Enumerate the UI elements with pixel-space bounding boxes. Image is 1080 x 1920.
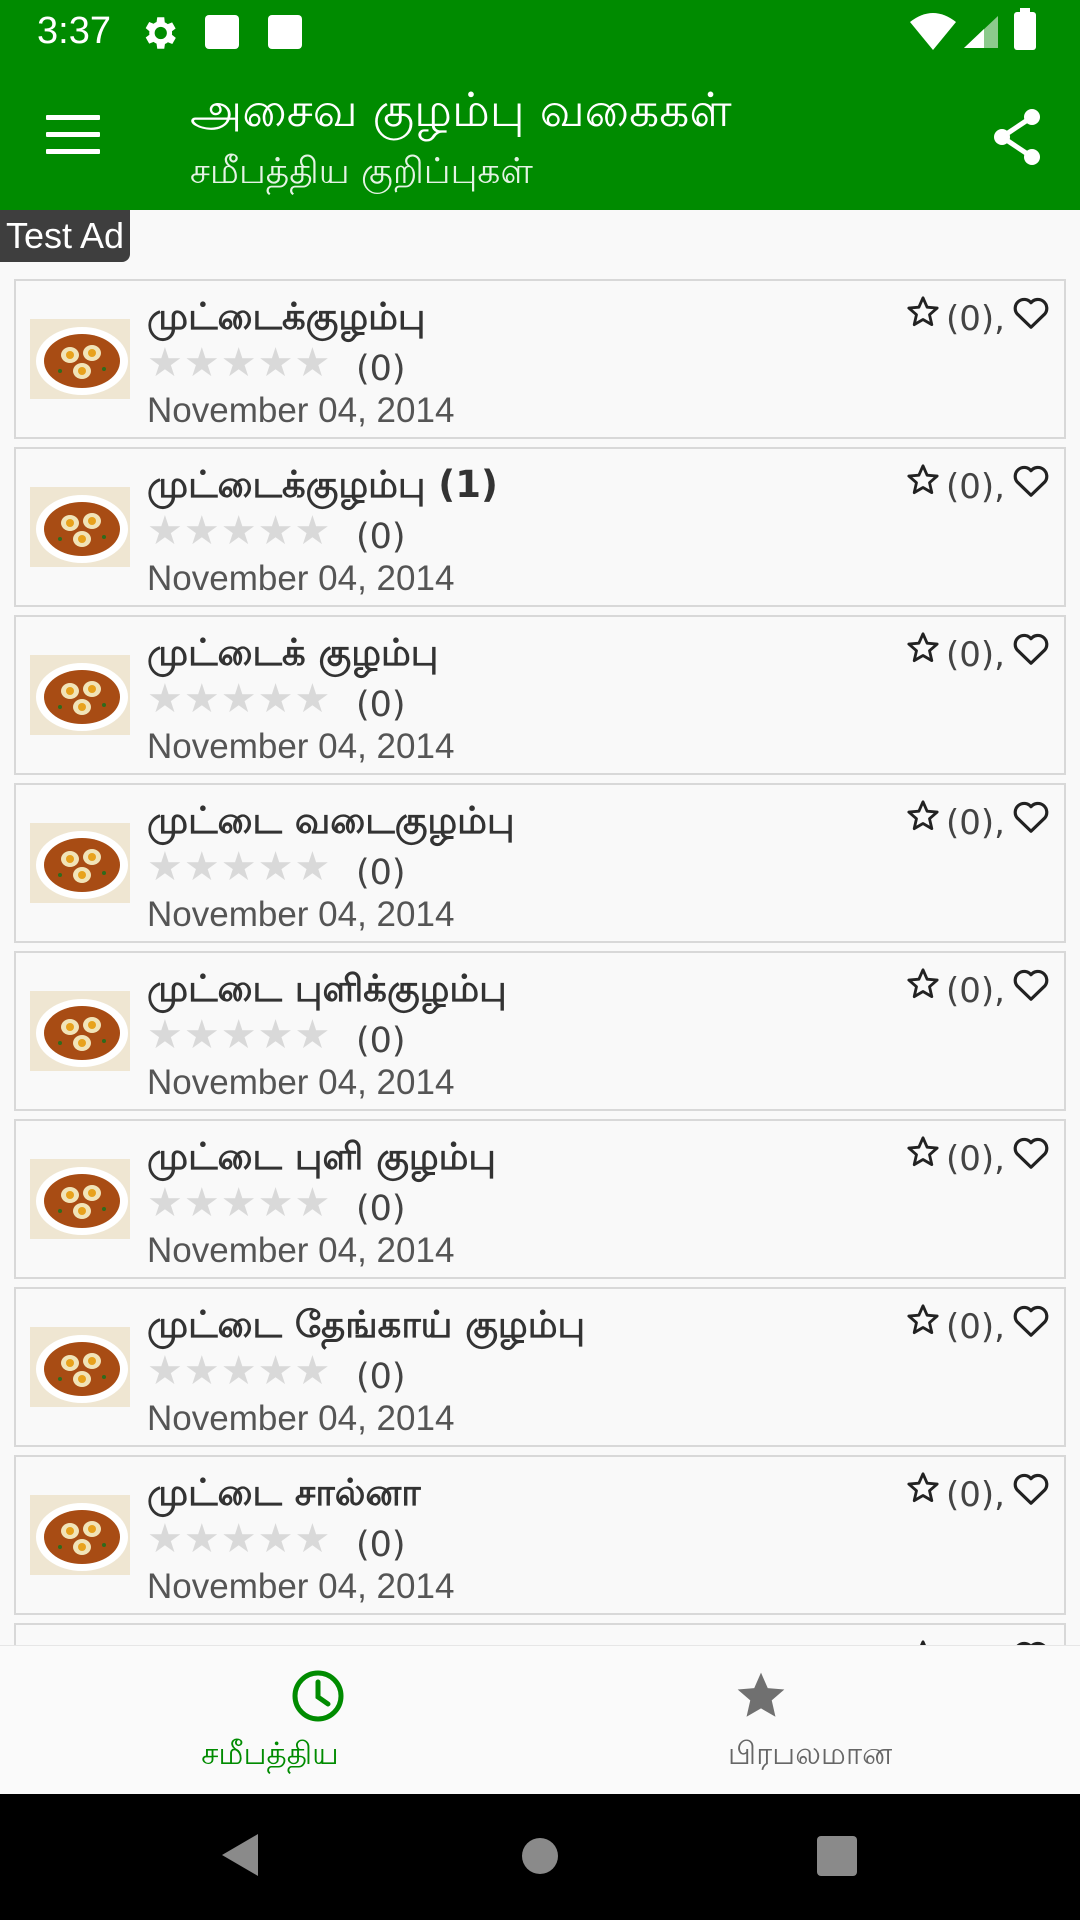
recipe-thumbnail (30, 319, 130, 399)
list-item[interactable]: முட்டை புளி குழம்பு ★★★★★ (0) November 0… (14, 1119, 1066, 1279)
recipe-thumbnail (30, 1495, 130, 1575)
status-time: 3:37 (37, 10, 111, 52)
favorite-count: (0), (946, 1475, 1005, 1515)
list-item[interactable]: முட்டை சால்னா ★★★★★ (0) November 04, 201… (14, 1455, 1066, 1615)
app-title: அசைவ குழம்பு வகைகள் (190, 83, 732, 138)
recipe-title: முட்டை புளிக்குழம்பு (147, 967, 507, 1010)
rating-count: (0) (356, 1525, 406, 1565)
app-bar: அசைவ குழம்பு வகைகள் சமீபத்திய குறிப்புகள… (0, 63, 1080, 210)
star-outline-icon[interactable] (906, 1135, 940, 1169)
heart-outline-icon[interactable] (1012, 1303, 1050, 1339)
menu-icon[interactable] (46, 115, 100, 155)
rating-stars[interactable]: ★★★★★ (147, 1350, 331, 1392)
system-navigation-bar (0, 1794, 1080, 1920)
favorite-count: (0), (946, 803, 1005, 843)
heart-outline-icon[interactable] (1012, 631, 1050, 667)
tab-popular[interactable]: பிரபலமான (540, 1646, 1080, 1795)
recipe-date: November 04, 2014 (147, 1399, 455, 1438)
list-item[interactable]: முட்டை வடைகுழம்பு ★★★★★ (0) November 04,… (14, 783, 1066, 943)
recipe-date: November 04, 2014 (147, 1567, 455, 1606)
star-outline-icon[interactable] (906, 967, 940, 1001)
heart-outline-icon[interactable] (1012, 967, 1050, 1003)
recipe-date: November 04, 2014 (147, 391, 455, 430)
recipe-date: November 04, 2014 (147, 727, 455, 766)
rating-stars[interactable]: ★★★★★ (147, 342, 331, 384)
recipe-list[interactable]: முட்டைக்குழம்பு ★★★★★ (0) November 04, 2… (14, 279, 1066, 1645)
rating-stars[interactable]: ★★★★★ (147, 846, 331, 888)
heart-outline-icon[interactable] (1012, 295, 1050, 331)
list-item[interactable]: முட்டைக்குழம்பு (1) ★★★★★ (0) November 0… (14, 447, 1066, 607)
list-item[interactable]: ★★★★★ (14, 1623, 1066, 1645)
recipe-title: முட்டை சால்னா (147, 1471, 421, 1514)
test-ad-badge[interactable]: Test Ad (0, 210, 131, 262)
recipe-thumbnail (30, 991, 130, 1071)
rating-stars[interactable]: ★★★★★ (147, 678, 331, 720)
favorite-count: (0), (946, 299, 1005, 339)
recipe-title: முட்டை புளி குழம்பு (147, 1135, 496, 1178)
recipe-date: November 04, 2014 (147, 1231, 455, 1270)
heart-outline-icon[interactable] (1012, 1135, 1050, 1171)
status-bar: 3:37 (0, 0, 1080, 63)
recents-icon[interactable] (817, 1836, 857, 1876)
rating-count: (0) (356, 1021, 406, 1061)
rating-count: (0) (356, 685, 406, 725)
signal-icon (964, 16, 998, 48)
star-outline-icon[interactable] (906, 1471, 940, 1505)
list-item[interactable]: முட்டைக்குழம்பு ★★★★★ (0) November 04, 2… (14, 279, 1066, 439)
share-icon[interactable] (990, 107, 1044, 167)
recipe-title: முட்டை தேங்காய் குழம்பு (147, 1303, 586, 1346)
recipe-thumbnail (30, 487, 130, 567)
favorite-count: (0), (946, 1139, 1005, 1179)
recipe-date: November 04, 2014 (147, 1063, 455, 1102)
heart-outline-icon[interactable] (1012, 799, 1050, 835)
recipe-title: முட்டை வடைகுழம்பு (147, 799, 515, 842)
battery-icon (1014, 8, 1036, 50)
heart-outline-icon[interactable] (1012, 463, 1050, 499)
rating-count: (0) (356, 1189, 406, 1229)
recipe-title: முட்டைக்குழம்பு (147, 295, 426, 338)
rating-count: (0) (356, 1357, 406, 1397)
star-outline-icon[interactable] (906, 799, 940, 833)
wifi-icon (910, 13, 956, 50)
tab-recent-label: சமீபத்திய (201, 1736, 339, 1772)
star-outline-icon[interactable] (906, 295, 940, 329)
gear-icon (145, 17, 176, 49)
list-item[interactable]: முட்டைக் குழம்பு ★★★★★ (0) November 04, … (14, 615, 1066, 775)
app-subtitle: சமீபத்திய குறிப்புகள் (190, 151, 533, 192)
list-item[interactable]: முட்டை தேங்காய் குழம்பு ★★★★★ (0) Novemb… (14, 1287, 1066, 1447)
recipe-title: முட்டைக் குழம்பு (147, 631, 439, 674)
star-outline-icon[interactable] (906, 463, 940, 497)
notification-square-icon (205, 15, 239, 49)
star-outline-icon[interactable] (906, 1303, 940, 1337)
recipe-thumbnail (30, 1327, 130, 1407)
rating-stars[interactable]: ★★★★★ (147, 1518, 331, 1560)
heart-outline-icon[interactable] (1012, 1471, 1050, 1507)
list-item[interactable]: முட்டை புளிக்குழம்பு ★★★★★ (0) November … (14, 951, 1066, 1111)
tab-popular-label: பிரபலமான (727, 1736, 893, 1772)
notification-square-icon (268, 15, 302, 49)
star-outline-icon[interactable] (906, 631, 940, 665)
rating-stars[interactable]: ★★★★★ (147, 1014, 331, 1056)
favorite-count: (0), (946, 467, 1005, 507)
rating-count: (0) (356, 349, 406, 389)
favorite-count: (0), (946, 971, 1005, 1011)
recipe-thumbnail (30, 1159, 130, 1239)
tab-recent[interactable]: சமீபத்திய (0, 1646, 540, 1795)
recipe-thumbnail (30, 655, 130, 735)
rating-count: (0) (356, 853, 406, 893)
rating-count: (0) (356, 517, 406, 557)
favorite-count: (0), (946, 635, 1005, 675)
rating-stars[interactable]: ★★★★★ (147, 510, 331, 552)
recipe-date: November 04, 2014 (147, 559, 455, 598)
bottom-navigation: சமீபத்திய பிரபலமான (0, 1645, 1080, 1794)
recipe-thumbnail (30, 823, 130, 903)
back-icon[interactable] (220, 1832, 260, 1878)
recipe-date: November 04, 2014 (147, 895, 455, 934)
favorite-count: (0), (946, 1307, 1005, 1347)
clock-icon (292, 1670, 344, 1722)
star-icon (737, 1672, 785, 1717)
home-icon[interactable] (522, 1838, 558, 1874)
recipe-title: முட்டைக்குழம்பு (1) (147, 463, 498, 506)
rating-stars[interactable]: ★★★★★ (147, 1182, 331, 1224)
